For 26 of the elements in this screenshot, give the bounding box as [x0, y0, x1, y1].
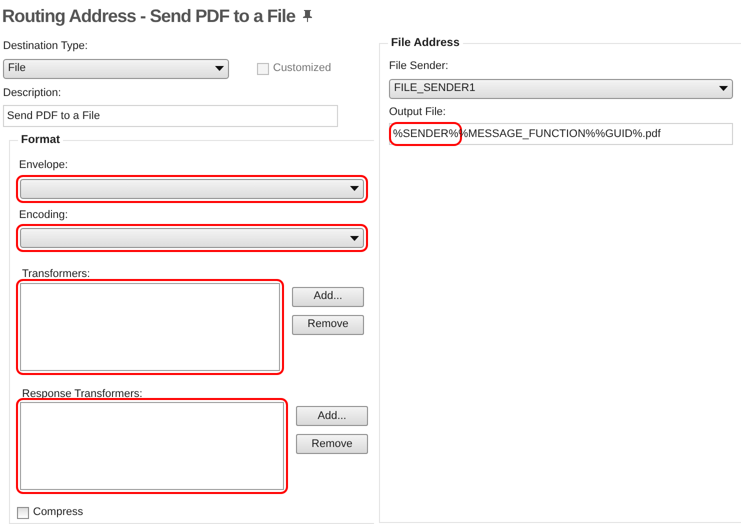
- field-label: Description:: [3, 86, 62, 100]
- field-label: Encoding:: [19, 208, 68, 222]
- pin-icon[interactable]: [303, 10, 312, 22]
- caret-icon: [719, 86, 728, 91]
- checkbox-label: Compress: [33, 506, 84, 519]
- dropdown[interactable]: [20, 178, 364, 198]
- add-button[interactable]: Add...: [296, 406, 368, 426]
- remove-button[interactable]: Remove: [292, 314, 364, 334]
- checkbox-label: Customized: [273, 62, 332, 75]
- dropdown[interactable]: [20, 228, 364, 248]
- dropdown[interactable]: FILE_SENDER1: [389, 78, 733, 98]
- field-label: Transformers:: [22, 268, 90, 281]
- field-label: Envelope:: [19, 159, 68, 172]
- add-button[interactable]: Add...: [292, 286, 364, 306]
- field-label: Response Transformers:: [22, 388, 142, 400]
- caret-icon: [350, 236, 359, 240]
- caret-icon: [350, 186, 359, 191]
- dropdown[interactable]: File: [3, 58, 229, 78]
- field-label: File Sender:: [389, 60, 448, 73]
- field-label: Destination Type:: [3, 40, 88, 53]
- page-title: Routing Address - Send PDF to a File: [2, 4, 296, 28]
- remove-button[interactable]: Remove: [296, 434, 368, 454]
- checkbox[interactable]: [17, 506, 29, 518]
- field-label: Output File:: [389, 106, 446, 118]
- text-field[interactable]: Send PDF to a File: [3, 105, 338, 127]
- caret-icon: [215, 66, 224, 71]
